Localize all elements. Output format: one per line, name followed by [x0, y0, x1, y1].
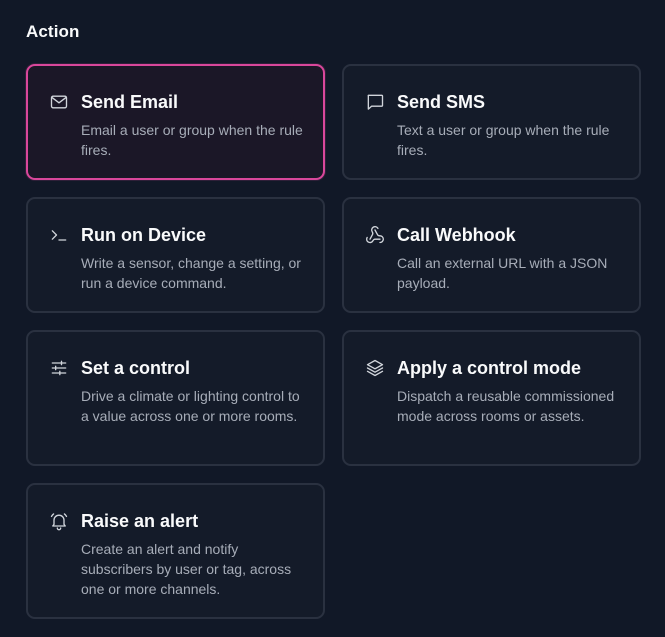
action-card-description: Dispatch a reusable commissioned mode ac… [397, 388, 615, 424]
action-card-title: Raise an alert [81, 510, 199, 531]
webhook-icon [364, 224, 386, 246]
action-card-description: Text a user or group when the rule fires… [397, 122, 610, 158]
mail-icon [48, 91, 70, 113]
sliders-icon [48, 357, 70, 379]
action-card-raise-an-alert[interactable]: Raise an alert Create an alert and notif… [26, 483, 325, 619]
action-card-description: Create an alert and notify subscribers b… [81, 541, 292, 597]
action-card-title: Apply a control mode [397, 357, 582, 378]
action-card-send-email[interactable]: Send Email Email a user or group when th… [26, 64, 325, 180]
action-card-description: Drive a climate or lighting control to a… [81, 388, 300, 424]
message-icon [364, 91, 386, 113]
action-card-description: Call an external URL with a JSON payload… [397, 255, 608, 291]
action-card-title: Send Email [81, 91, 179, 112]
action-card-run-on-device[interactable]: Run on Device Write a sensor, change a s… [26, 197, 325, 313]
bell-icon [48, 510, 70, 532]
action-card-set-a-control[interactable]: Set a control Drive a climate or lightin… [26, 330, 325, 466]
action-card-title: Send SMS [397, 91, 486, 112]
section-title: Action [26, 22, 80, 41]
action-card-description: Write a sensor, change a setting, or run… [81, 255, 301, 291]
action-card-title: Call Webhook [397, 224, 516, 245]
action-card-apply-a-control-mode[interactable]: Apply a control mode Dispatch a reusable… [342, 330, 641, 466]
action-card-description: Email a user or group when the rule fire… [81, 122, 303, 158]
action-card-title: Set a control [81, 357, 191, 378]
terminal-icon [48, 224, 70, 246]
action-card-call-webhook[interactable]: Call Webhook Call an external URL with a… [342, 197, 641, 313]
layers-icon [364, 357, 386, 379]
action-card-title: Run on Device [81, 224, 207, 245]
action-card-send-sms[interactable]: Send SMS Text a user or group when the r… [342, 64, 641, 180]
action-grid: Send Email Email a user or group when th… [26, 64, 641, 619]
